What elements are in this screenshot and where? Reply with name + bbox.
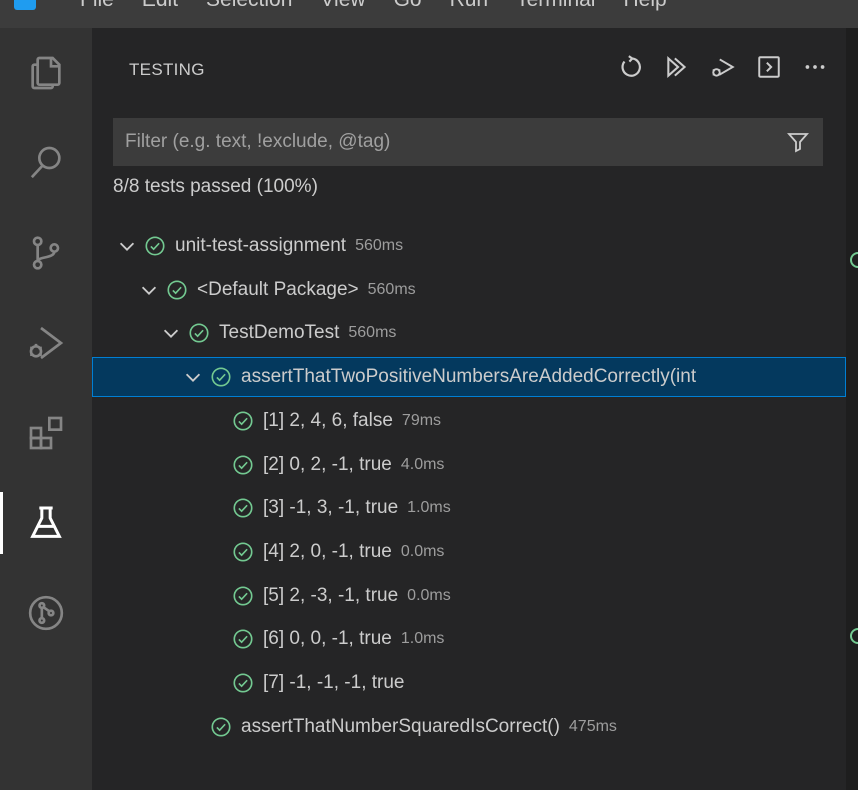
test-tree-item[interactable]: TestDemoTest 560ms [92,313,846,353]
test-label: [6] 0, 0, -1, true [263,628,392,650]
activity-search[interactable] [0,128,92,198]
activity-explorer[interactable] [0,38,92,108]
activity-gitlens[interactable] [0,578,92,648]
test-tree-item[interactable]: assertThatNumberSquaredIsCorrect() 475ms [92,707,846,747]
test-label: [1] 2, 4, 6, false [263,409,393,431]
test-passed-icon [233,411,253,431]
refresh-icon [621,55,641,77]
chevron-down-icon[interactable] [160,322,182,344]
test-summary: 8/8 tests passed (100%) [113,176,318,197]
vscode-logo-icon [14,0,36,10]
run-all-tests-button[interactable] [662,52,692,82]
panel-title: TESTING [129,60,205,79]
test-label: [4] 2, 0, -1, true [263,540,392,562]
test-tree-item[interactable]: <Default Package> 560ms [92,270,846,310]
more-actions-icon [805,65,825,69]
test-passed-icon [233,629,253,649]
test-duration: 4.0ms [400,455,445,473]
test-label: unit-test-assignment [175,235,347,256]
test-duration: 560ms [367,280,416,298]
test-passed-icon [233,542,253,562]
more-actions-button[interactable] [800,52,830,82]
test-tree-item[interactable]: [5] 2, -3, -1, true 0.0ms [92,576,846,616]
test-duration: 79ms [401,411,442,429]
chevron-down-icon[interactable] [116,235,138,257]
test-label: TestDemoTest [219,322,340,344]
test-passed-icon [211,367,231,387]
test-filter-box [113,118,823,166]
test-duration: 560ms [348,324,397,342]
git-graph-icon [28,595,64,631]
test-pass-gutter-icon[interactable] [850,252,858,268]
activity-source-control[interactable] [0,218,92,288]
test-label: [5] 2, -3, -1, true [263,584,399,606]
menu-terminal[interactable]: Terminal [516,0,595,12]
extensions-icon [29,416,63,450]
testing-sidebar: TESTING Filter (e.g. text, !exclude, @ta… [92,28,846,790]
test-tree-item[interactable]: assertThatTwoPositiveNumbersAreAddedCorr… [92,357,846,398]
editor-edge [846,28,858,790]
test-passed-icon [233,498,253,518]
test-label: <Default Package> [197,278,359,300]
debug-all-tests-button[interactable] [708,52,738,82]
test-duration: 475ms [568,717,617,735]
testing-toolbar [616,52,830,82]
test-tree-item[interactable]: [4] 2, 0, -1, true 0.0ms [92,532,846,572]
test-duration: 0.0ms [407,586,451,604]
activity-testing[interactable] [0,488,92,558]
files-icon [31,56,61,90]
testing-header: TESTING [92,50,846,90]
menu-items: File Edit Selection View Go Run Terminal… [80,0,667,12]
test-duration: 1.0ms [400,630,445,648]
run-all-icon [667,56,687,78]
chevron-down-icon[interactable] [138,279,160,301]
test-tree-item[interactable]: [7] -1, -1, -1, true [92,663,846,703]
show-output-button[interactable] [754,52,784,82]
menu-selection[interactable]: Selection [206,0,292,12]
test-filter-input[interactable] [114,119,774,165]
test-duration: 560ms [355,237,404,254]
activity-bar [0,28,92,790]
test-tree-item[interactable]: unit-test-assignment 560ms [92,226,846,266]
activity-run-debug[interactable] [0,308,92,378]
beaker-icon [30,506,62,538]
test-passed-icon [211,717,231,737]
test-passed-icon [233,454,253,475]
test-passed-icon [189,323,209,343]
menu-bar: File Edit Selection View Go Run Terminal… [0,0,858,28]
test-tree-item[interactable]: [2] 0, 2, -1, true 4.0ms [92,445,846,485]
test-label: assertThatTwoPositiveNumbersAreAddedCorr… [241,366,697,388]
search-icon [30,146,61,179]
debug-all-icon [712,58,735,77]
test-duration: 0.0ms [400,542,445,560]
test-passed-icon [233,586,253,606]
test-label: [7] -1, -1, -1, true [263,672,405,693]
menu-edit[interactable]: Edit [142,0,178,12]
test-label: [3] -1, 3, -1, true [263,497,399,519]
show-output-icon [758,56,780,78]
test-label: assertThatNumberSquaredIsCorrect() [241,715,560,737]
menu-view[interactable]: View [320,0,365,12]
refresh-tests-button[interactable] [616,52,646,82]
test-tree-item[interactable]: [1] 2, 4, 6, false 79ms [92,401,846,441]
test-pass-gutter-icon[interactable] [850,628,858,644]
test-label: [2] 0, 2, -1, true [263,453,392,475]
test-passed-icon [233,673,253,693]
menu-go[interactable]: Go [394,0,422,12]
activity-extensions[interactable] [0,398,92,468]
test-tree-item[interactable]: [3] -1, 3, -1, true 1.0ms [92,488,846,528]
filter-icon[interactable] [786,130,810,154]
menu-help[interactable]: Help [623,0,666,12]
chevron-down-icon[interactable] [182,366,204,388]
test-passed-icon [145,236,165,256]
test-passed-icon [167,280,187,300]
menu-run[interactable]: Run [450,0,489,12]
source-control-icon [32,236,60,270]
run-debug-icon [29,326,64,360]
menu-file[interactable]: File [80,0,114,12]
test-duration: 1.0ms [407,499,451,517]
test-tree-item[interactable]: [6] 0, 0, -1, true 1.0ms [92,619,846,659]
